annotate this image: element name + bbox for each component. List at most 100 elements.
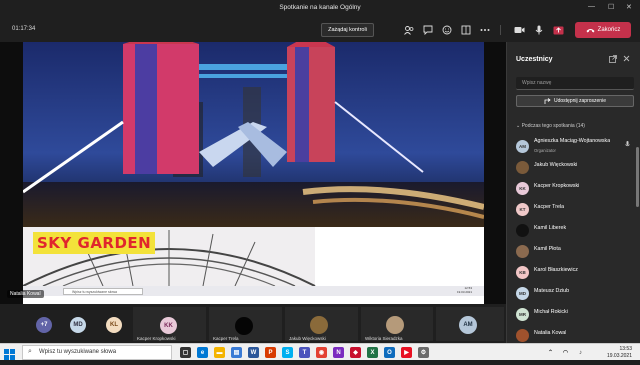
avatar: KK [516,182,529,195]
participant-row[interactable]: Kamil Liberek [516,220,634,240]
participant-row[interactable]: Natalia Kowal [516,325,634,345]
video-gallery: +7 MD KL KK Kacper Kropkowski Kacper Tre… [0,305,506,343]
meeting-toolbar: 01:17:34 Zażądaj kontroli Zakończ [0,18,640,42]
chat-icon[interactable] [422,24,434,36]
taskbar-search-input[interactable]: ⌕ Wpisz tu wyszukiwane słowa [22,345,172,360]
volume-icon[interactable]: ♪ [575,347,586,358]
media-icon[interactable]: ▶ [401,347,412,358]
microphone-icon[interactable] [533,24,545,36]
participant-name: Mateusz Dziub [534,288,570,294]
teams-icon[interactable]: T [299,347,310,358]
request-control-button[interactable]: Zażądaj kontroli [321,23,374,37]
window-titlebar: Spotkanie na kanale Ogólny — ☐ ✕ [0,0,640,18]
onenote-icon[interactable]: N [333,347,344,358]
slide-title-sky-garden: SKY GARDEN [33,232,156,254]
share-invite-label: Udostępnij zaproszenie [554,98,606,104]
tower-bridge-photo [23,42,484,304]
tile-name: Jakub Więckowski [289,336,326,341]
participant-row[interactable]: KB Karol Błaszkiewicz [516,262,634,282]
overflow-count: +7 [36,317,52,333]
participant-name: Agnieszka Maciąg-Wojtanowska [534,138,611,144]
store-icon[interactable]: ▤ [231,347,242,358]
maximize-button[interactable]: ☐ [608,3,614,11]
presenter-nameplate: Natalia Kowal [7,290,44,298]
shared-clock: 12:53 19.03.2021 [456,286,472,294]
taskbar-clock[interactable]: 13:53 19.03.2021 [607,346,632,359]
breakout-rooms-icon[interactable] [460,24,472,36]
avatar: AM [516,140,529,153]
participant-name: Kacper Kropkowski [534,183,580,189]
shared-search-box: Wpisz tu wyszukiwane słowa [63,287,143,295]
participant-search-input[interactable]: Wpisz nazwę [516,77,634,90]
outlook-icon[interactable]: O [384,347,395,358]
skype-icon[interactable]: S [282,347,293,358]
avatar [516,329,529,342]
shared-clock-date: 19.03.2021 [456,289,472,294]
participant-tile[interactable]: Kacper Trela [209,307,282,341]
panel-title: Uczestnicy [516,56,553,63]
end-call-button[interactable]: Zakończ [575,22,631,38]
shared-screen[interactable]: SKY GARDEN Wpisz tu wyszukiwane słowa 12… [23,42,484,304]
avatar: MD [516,287,529,300]
participant-row[interactable]: KK Kacper Kropkowski [516,178,634,198]
settings-icon[interactable]: ⚙ [418,347,429,358]
app-icon[interactable]: ◆ [350,347,361,358]
in-meeting-section[interactable]: ⌄ Podczas tego spotkania (14) [516,123,585,129]
participant-tile[interactable]: AM [436,307,504,341]
close-window-button[interactable]: ✕ [626,3,632,11]
reactions-icon[interactable] [441,24,453,36]
participant-tile[interactable]: KL [100,307,132,341]
participant-row[interactable]: MD Mateusz Dziub [516,283,634,303]
overflow-tile[interactable]: +7 [28,307,60,341]
windows-taskbar: ⌕ Wpisz tu wyszukiwane słowa ▢ e ▬ ▤ W P… [0,343,640,360]
tile-name: Wiktoria Sieradzka [365,336,403,341]
minimize-button[interactable]: — [588,3,595,10]
close-panel-icon[interactable] [623,55,630,64]
chrome-icon[interactable]: ◉ [316,347,327,358]
participant-tile[interactable]: Jakub Więckowski [285,307,358,341]
avatar: KL [106,317,122,333]
participants-panel: Uczestnicy Wpisz nazwę Udostępnij zapros… [506,42,640,343]
network-icon[interactable]: ◠ [560,347,571,358]
task-view-icon[interactable]: ▢ [180,347,191,358]
avatar: MD [70,317,86,333]
camera-icon[interactable] [513,24,525,36]
avatar: AM [459,316,477,334]
participant-row[interactable]: MR Michał Rokicki [516,304,634,324]
share-invite-button[interactable]: Udostępnij zaproszenie [516,95,634,107]
system-tray-icon[interactable]: ⌃ [545,347,556,358]
windows-start-icon[interactable] [4,347,16,360]
participant-row[interactable]: AM Agnieszka Maciąg-Wojtanowska Organizato… [516,136,634,156]
participant-name: Kamil Płota [534,246,561,252]
participant-tile[interactable]: KK Kacper Kropkowski [133,307,206,341]
excel-icon[interactable]: X [367,347,378,358]
edge-icon[interactable]: e [197,347,208,358]
participant-row[interactable]: KT Kacper Trela [516,199,634,219]
participant-tile[interactable]: Wiktoria Sieradzka [361,307,433,341]
participant-role: Organizator [534,148,556,153]
avatar: KB [516,266,529,279]
avatar [516,224,529,237]
participant-row[interactable]: Kamil Płota [516,241,634,261]
more-options-icon[interactable] [479,24,491,36]
participant-tile[interactable]: MD [64,307,96,341]
pop-out-icon[interactable] [609,55,617,65]
participant-name: Jakub Więckowski [534,162,578,168]
avatar [235,317,253,335]
section-label: Podczas tego spotkania (14) [521,123,585,129]
participants-icon[interactable] [403,24,415,36]
participant-name: Kamil Liberek [534,225,567,231]
share-icon [544,97,551,104]
file-explorer-icon[interactable]: ▬ [214,347,225,358]
participant-name: Michał Rokicki [534,309,568,315]
avatar: MR [516,308,529,321]
participant-name: Natalia Kowal [534,330,567,336]
toolbar-divider [500,25,501,35]
powerpoint-icon[interactable]: P [265,347,276,358]
participant-row[interactable]: Jakub Więckowski [516,157,634,177]
meeting-timer: 01:17:34 [12,26,36,32]
share-screen-icon[interactable] [552,24,564,36]
word-icon[interactable]: W [248,347,259,358]
panel-scrollbar[interactable] [636,147,639,207]
avatar: KT [516,203,529,216]
